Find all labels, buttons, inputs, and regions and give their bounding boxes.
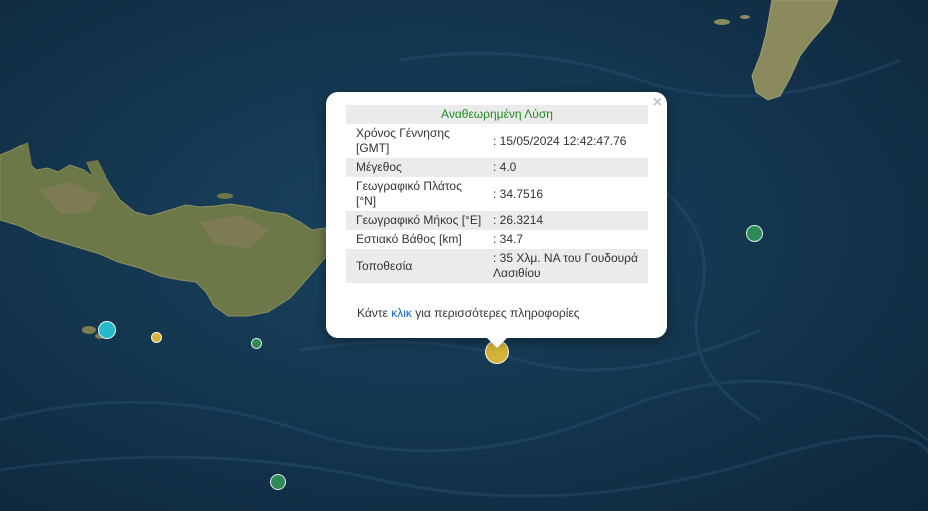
table-row: Γεωγραφικό Πλάτος [°N] : 34.7516	[346, 177, 648, 211]
row-label: Μέγεθος	[346, 158, 489, 177]
row-value: : 34.7	[493, 232, 524, 246]
row-value: : 35 Χλμ. ΝΑ του Γουδουρά Λασιθίου	[489, 249, 648, 283]
row-label: Γεωγραφικό Πλάτος [°N]	[356, 179, 462, 208]
earthquake-marker[interactable]	[251, 338, 262, 349]
earthquake-marker[interactable]	[270, 474, 286, 490]
earthquake-marker[interactable]	[746, 225, 763, 242]
table-row: Εστιακό Βάθος [km] : 34.7	[346, 230, 648, 249]
row-label: Χρόνος Γέννησης [GMT]	[356, 126, 450, 155]
row-label: Γεωγραφικό Μήκος [°E]	[346, 211, 489, 230]
row-value: : 34.7516	[493, 186, 544, 201]
popup-tip	[486, 337, 508, 348]
more-info-suffix: για περισσότερες πληροφορίες	[411, 306, 580, 320]
row-label: Τοποθεσία	[346, 249, 489, 283]
more-info-line: Κάντε κλικ για περισσότερες πληροφορίες	[357, 306, 580, 320]
row-label: Εστιακό Βάθος [km]	[356, 232, 462, 246]
table-row: Χρόνος Γέννησης [GMT] : 15/05/2024 12:42…	[346, 124, 648, 158]
islet	[217, 193, 233, 199]
popup-title: Αναθεωρημένη Λύση	[346, 105, 648, 124]
earthquake-marker[interactable]	[98, 321, 116, 339]
earthquake-info-popup: × Αναθεωρημένη Λύση Χρόνος Γέννησης [GMT…	[326, 92, 667, 338]
more-info-link[interactable]: κλικ	[391, 306, 412, 320]
islet	[714, 19, 730, 25]
more-info-prefix: Κάντε	[357, 306, 392, 320]
table-row: Μέγεθος : 4.0	[346, 158, 648, 177]
row-value: : 15/05/2024 12:42:47.76	[493, 133, 627, 148]
table-row: Γεωγραφικό Μήκος [°E] : 26.3214	[346, 211, 648, 230]
row-value: : 4.0	[489, 158, 648, 177]
earthquake-marker[interactable]	[151, 332, 162, 343]
row-value: : 26.3214	[489, 211, 648, 230]
islet	[740, 15, 750, 19]
earthquake-details-table: Αναθεωρημένη Λύση Χρόνος Γέννησης [GMT] …	[346, 105, 648, 283]
table-row: Τοποθεσία : 35 Χλμ. ΝΑ του Γουδουρά Λασι…	[346, 249, 648, 283]
gavdos-island	[82, 326, 96, 334]
close-popup-button[interactable]: ×	[653, 95, 662, 111]
